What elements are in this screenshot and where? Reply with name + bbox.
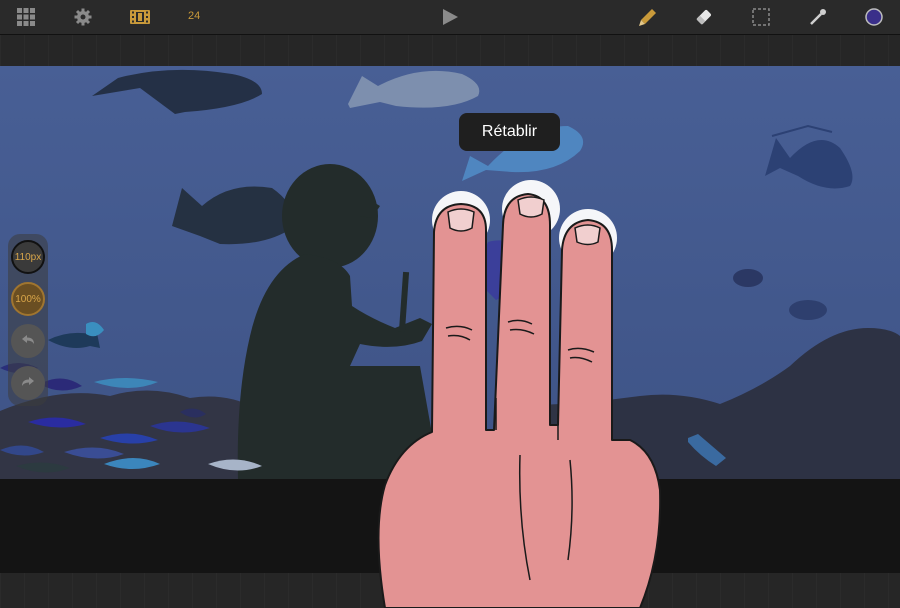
undo-icon	[22, 335, 34, 344]
gesture-tooltip: Rétablir	[459, 113, 560, 151]
side-toolbar: 110px 100%	[8, 234, 48, 406]
eyedropper-icon[interactable]	[806, 5, 830, 29]
undo-button[interactable]	[11, 324, 45, 358]
bottom-strip	[0, 573, 900, 608]
redo-icon	[22, 377, 34, 386]
fish-silhouette	[733, 269, 763, 287]
brush-size-button[interactable]: 110px	[11, 240, 45, 274]
eraser-icon[interactable]	[692, 5, 716, 29]
grid-icon[interactable]	[14, 5, 38, 29]
timeline-strip[interactable]	[0, 35, 900, 66]
selection-icon[interactable]	[749, 5, 773, 29]
stage-area	[0, 479, 900, 573]
drawing-canvas[interactable]	[0, 66, 900, 479]
opacity-value: 100%	[15, 293, 41, 305]
tooltip-label: Rétablir	[481, 123, 538, 140]
frame-count: 24	[188, 10, 201, 22]
seabed-rocks	[520, 402, 600, 479]
fish-silhouette	[789, 300, 827, 320]
play-icon[interactable]	[438, 5, 462, 29]
color-swatch-icon[interactable]	[862, 5, 886, 29]
canvas-artwork	[0, 66, 900, 479]
top-toolbar: 24	[0, 0, 900, 35]
film-strip-icon[interactable]	[128, 5, 152, 29]
brush-size-value: 110px	[14, 251, 42, 263]
gear-icon[interactable]	[71, 5, 95, 29]
redo-button[interactable]	[11, 366, 45, 400]
pencil-icon[interactable]	[636, 5, 660, 29]
opacity-button[interactable]: 100%	[11, 282, 45, 316]
